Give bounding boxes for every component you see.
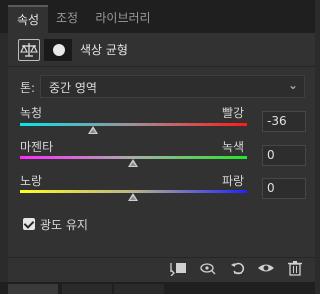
- bottom-tab[interactable]: [62, 284, 112, 294]
- visibility-eye-icon[interactable]: [256, 260, 276, 280]
- divider: [8, 66, 315, 67]
- tone-select-value: 중간 영역: [49, 81, 97, 95]
- chevron-down-icon: ⌄: [287, 78, 298, 92]
- adjustment-header: 색상 균형: [8, 33, 315, 66]
- view-previous-state-icon[interactable]: [198, 260, 218, 280]
- slider-left-label-yellow: 노랑: [20, 174, 43, 188]
- layer-mask-icon[interactable]: [44, 39, 72, 61]
- trash-icon[interactable]: [285, 260, 305, 280]
- yellow-blue-value-input[interactable]: 0: [262, 178, 306, 199]
- adjustment-title: 색상 균형: [80, 43, 128, 57]
- preserve-luminosity-label: 광도 유지: [40, 218, 88, 232]
- slider-right-label-red: 빨강: [222, 106, 245, 120]
- tone-select[interactable]: 중간 영역 ⌄: [40, 75, 305, 98]
- panel-tab-bar: 속성 조정 라이브러리: [0, 0, 315, 33]
- tab-adjustments[interactable]: 조정: [50, 5, 84, 33]
- tab-properties[interactable]: 속성: [8, 5, 48, 33]
- bottom-tab[interactable]: [114, 284, 164, 294]
- cyan-red-slider-thumb[interactable]: [88, 126, 98, 134]
- magenta-green-value-input[interactable]: 0: [262, 145, 306, 166]
- tab-libraries[interactable]: 라이브러리: [88, 5, 158, 33]
- cyan-red-slider-track[interactable]: [20, 123, 247, 126]
- slider-right-label-green: 녹색: [222, 140, 245, 154]
- slider-right-label-blue: 파랑: [222, 174, 245, 188]
- slider-left-label-cyan: 녹청: [20, 106, 43, 120]
- panel-footer: [8, 258, 315, 282]
- magenta-green-slider-thumb[interactable]: [128, 159, 138, 167]
- balance-scale-icon[interactable]: [18, 39, 40, 61]
- clip-to-layer-icon[interactable]: [168, 260, 188, 280]
- yellow-blue-slider-thumb[interactable]: [128, 193, 138, 201]
- preserve-luminosity-checkbox[interactable]: [23, 218, 35, 230]
- slider-left-label-magenta: 마젠타: [20, 140, 54, 154]
- tone-label: 톤:: [20, 81, 36, 95]
- reset-icon[interactable]: [228, 260, 248, 280]
- bottom-tab[interactable]: [8, 284, 58, 294]
- cyan-red-value-input[interactable]: -36: [262, 111, 306, 132]
